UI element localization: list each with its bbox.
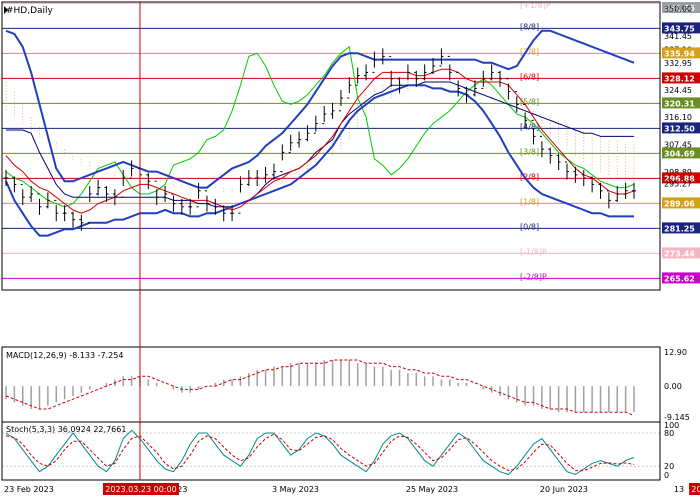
- stochastic-axis-label: 80: [664, 429, 674, 438]
- price-axis-label: 289.06: [664, 199, 695, 208]
- price-axis-label: 341.45: [664, 32, 692, 41]
- murrey-level-label: [0/8]: [520, 222, 539, 231]
- murrey-level-label: [-2/8]P: [520, 272, 547, 281]
- price-axis-label: 320.31: [664, 99, 695, 108]
- price-axis-label: 281.25: [664, 224, 695, 233]
- x-axis-label: 23 Feb 2023: [4, 485, 54, 494]
- macd-axis-label: 12.90: [664, 348, 687, 357]
- murrey-level-label: [6/8]: [520, 72, 539, 81]
- murrey-level-label: [3/8]: [520, 147, 539, 156]
- murrey-level-label: [-1/8]P: [520, 247, 547, 256]
- x-axis-label: 3 May 2023: [272, 485, 319, 494]
- price-axis-label: 350.00: [664, 4, 692, 13]
- murrey-level-label: [1/8]: [520, 197, 539, 206]
- date-marker-label: 2023.08.01 00:00: [691, 485, 700, 494]
- x-axis-label: 13: [674, 485, 684, 494]
- chart-window: [+1/8]P [8/8] [7/8] [6/8] [5/8] [4/8] [3/8] [2/…: [0, 0, 700, 500]
- price-axis-label: 295.27: [664, 180, 692, 189]
- price-axis-label: 273.44: [664, 249, 695, 258]
- price-axis-label: 335.94: [664, 49, 695, 58]
- date-marker-label: 2023.03.23 00:00: [105, 485, 176, 494]
- price-axis-label: 312.50: [664, 124, 695, 133]
- price-axis-label: 265.62: [664, 274, 695, 283]
- price-axis-label: 328.12: [664, 74, 695, 83]
- x-axis-label: 25 May 2023: [406, 485, 458, 494]
- price-axis-label: 304.69: [664, 149, 695, 158]
- price-axis-label: 316.10: [664, 113, 692, 122]
- murrey-level-label: [8/8]: [520, 22, 539, 31]
- x-axis-label: 20 Jun 2023: [540, 485, 588, 494]
- chart-svg: [+1/8]P[8/8][7/8][6/8][5/8][4/8][3/8][2/…: [0, 0, 700, 500]
- macd-title: MACD(12,26,9) -8.133 -7.254: [6, 351, 123, 360]
- chart-title: #HD,Daily: [6, 6, 54, 16]
- price-axis-label: 324.45: [664, 86, 692, 95]
- price-axis-label: 332.95: [664, 59, 692, 68]
- macd-axis-label: 0.00: [664, 382, 682, 391]
- stochastic-axis-label: 0: [664, 471, 669, 480]
- stochastic-axis-label: 20: [664, 462, 674, 471]
